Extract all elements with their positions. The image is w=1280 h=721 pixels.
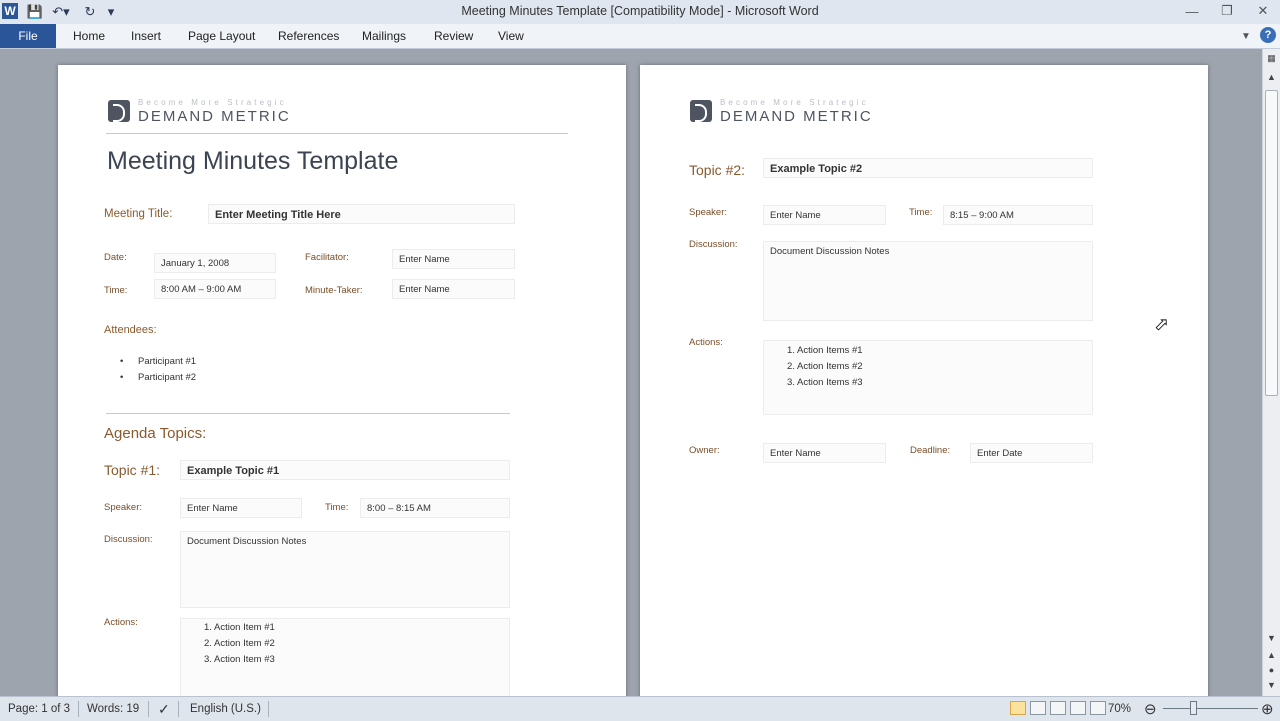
time-field[interactable]: 8:15 – 9:00 AM xyxy=(943,205,1093,225)
next-page-icon[interactable]: ▼ xyxy=(1263,678,1280,692)
tab-insert[interactable]: Insert xyxy=(131,24,161,48)
restore-icon[interactable]: ❐ xyxy=(1215,2,1239,20)
actions-label: Actions: xyxy=(689,337,723,348)
speaker-label: Speaker: xyxy=(689,207,728,218)
logo-tagline: Become More Strategic xyxy=(138,98,287,107)
tab-review[interactable]: Review xyxy=(434,24,473,48)
action-item: 2. Action Item #2 xyxy=(204,638,275,649)
demand-metric-logo-icon xyxy=(690,100,712,122)
document-area[interactable]: Become More Strategic DEMAND METRIC Meet… xyxy=(0,49,1262,696)
attendee-bullet: • xyxy=(120,372,124,383)
speaker-field[interactable]: Enter Name xyxy=(763,205,886,225)
tab-mailings[interactable]: Mailings xyxy=(362,24,406,48)
full-screen-reading-view-icon[interactable] xyxy=(1030,701,1046,715)
discussion-field[interactable]: Document Discussion Notes xyxy=(180,531,510,608)
window-title: Meeting Minutes Template [Compatibility … xyxy=(461,4,819,18)
page-count[interactable]: Page: 1 of 3 xyxy=(8,697,70,721)
print-layout-view-icon[interactable] xyxy=(1010,701,1026,715)
action-item: 2. Action Items #2 xyxy=(787,361,863,372)
deadline-field[interactable]: Enter Date xyxy=(970,443,1093,463)
action-item: 3. Action Items #3 xyxy=(787,377,863,388)
divider xyxy=(268,701,269,717)
tab-references[interactable]: References xyxy=(278,24,339,48)
language-indicator[interactable]: English (U.S.) xyxy=(190,697,261,721)
divider xyxy=(106,133,568,134)
attendees-label: Attendees: xyxy=(104,324,157,336)
minute-taker-field[interactable]: Enter Name xyxy=(392,279,515,299)
actions-label: Actions: xyxy=(104,617,138,628)
agenda-topics-heading: Agenda Topics: xyxy=(104,425,207,442)
status-bar: Page: 1 of 3 Words: 19 ✓ English (U.S.) … xyxy=(0,696,1280,721)
mouse-cursor-icon: ⬀ xyxy=(1154,314,1170,334)
topic-1-field[interactable]: Example Topic #1 xyxy=(180,460,510,480)
logo-tagline: Become More Strategic xyxy=(720,98,869,107)
facilitator-label: Facilitator: xyxy=(305,252,349,263)
deadline-label: Deadline: xyxy=(910,445,951,456)
time-label: Time: xyxy=(104,285,128,296)
zoom-slider-thumb[interactable] xyxy=(1190,701,1197,715)
previous-page-icon[interactable]: ▲ xyxy=(1263,648,1280,662)
meeting-title-field[interactable]: Enter Meeting Title Here xyxy=(208,204,515,224)
scroll-up-icon[interactable]: ▲ xyxy=(1263,70,1280,84)
topic-time-label: Time: xyxy=(325,502,349,513)
minute-taker-label: Minute-Taker: xyxy=(305,285,363,296)
tab-file[interactable]: File xyxy=(0,24,56,48)
draft-view-icon[interactable] xyxy=(1090,701,1106,715)
word-count[interactable]: Words: 19 xyxy=(87,697,139,721)
zoom-out-icon[interactable]: ⊖ xyxy=(1144,697,1157,721)
attendee-item: Participant #2 xyxy=(138,372,197,383)
attendee-item: Participant #1 xyxy=(138,356,197,367)
facilitator-field[interactable]: Enter Name xyxy=(392,249,515,269)
tab-home[interactable]: Home xyxy=(73,24,105,48)
zoom-level[interactable]: 70% xyxy=(1108,697,1131,721)
speaker-field[interactable]: Enter Name xyxy=(180,498,302,518)
minimize-icon[interactable]: — xyxy=(1180,2,1204,20)
ruler-toggle-icon[interactable]: ▦ xyxy=(1263,51,1280,65)
demand-metric-logo-icon xyxy=(108,100,130,122)
page-title: Meeting Minutes Template xyxy=(107,147,399,175)
scroll-thumb[interactable] xyxy=(1265,90,1278,396)
page-2[interactable]: Become More Strategic DEMAND METRIC Topi… xyxy=(640,65,1208,696)
close-icon[interactable]: ✕ xyxy=(1251,2,1275,20)
tab-page-layout[interactable]: Page Layout xyxy=(188,24,255,48)
action-item: 3. Action Item #3 xyxy=(204,654,275,665)
divider xyxy=(148,701,149,717)
owner-label: Owner: xyxy=(689,445,720,456)
attendee-bullet: • xyxy=(120,356,124,367)
help-icon[interactable]: ? xyxy=(1260,27,1276,43)
discussion-field[interactable]: Document Discussion Notes xyxy=(763,241,1093,321)
divider xyxy=(106,413,510,414)
topic-2-field[interactable]: Example Topic #2 xyxy=(763,158,1093,178)
action-item: 1. Action Items #1 xyxy=(787,345,863,356)
tab-view[interactable]: View xyxy=(498,24,524,48)
divider xyxy=(78,701,79,717)
scroll-down-icon[interactable]: ▼ xyxy=(1263,631,1280,645)
browse-object-icon[interactable]: ● xyxy=(1263,663,1280,677)
discussion-label: Discussion: xyxy=(104,534,153,545)
zoom-slider-track[interactable] xyxy=(1163,708,1258,709)
time-field[interactable]: 8:00 AM – 9:00 AM xyxy=(154,279,276,299)
zoom-in-icon[interactable]: ⊕ xyxy=(1261,697,1274,721)
logo-name: DEMAND METRIC xyxy=(138,108,291,125)
page-1[interactable]: Become More Strategic DEMAND METRIC Meet… xyxy=(58,65,626,696)
web-layout-view-icon[interactable] xyxy=(1050,701,1066,715)
time-label: Time: xyxy=(909,207,933,218)
proofing-icon[interactable]: ✓ xyxy=(158,697,170,721)
ribbon-expand-icon[interactable]: ▼ xyxy=(1241,24,1251,48)
topic-1-label: Topic #1: xyxy=(104,462,161,478)
owner-field[interactable]: Enter Name xyxy=(763,443,886,463)
meeting-title-label: Meeting Title: xyxy=(104,208,173,220)
topic-2-label: Topic #2: xyxy=(689,162,746,178)
date-label: Date: xyxy=(104,252,127,263)
speaker-label: Speaker: xyxy=(104,502,143,513)
divider xyxy=(178,701,179,717)
outline-view-icon[interactable] xyxy=(1070,701,1086,715)
date-field[interactable]: January 1, 2008 xyxy=(154,253,276,273)
topic-time-field[interactable]: 8:00 – 8:15 AM xyxy=(360,498,510,518)
discussion-label: Discussion: xyxy=(689,239,738,250)
logo-name: DEMAND METRIC xyxy=(720,108,873,125)
action-item: 1. Action Item #1 xyxy=(204,622,275,633)
